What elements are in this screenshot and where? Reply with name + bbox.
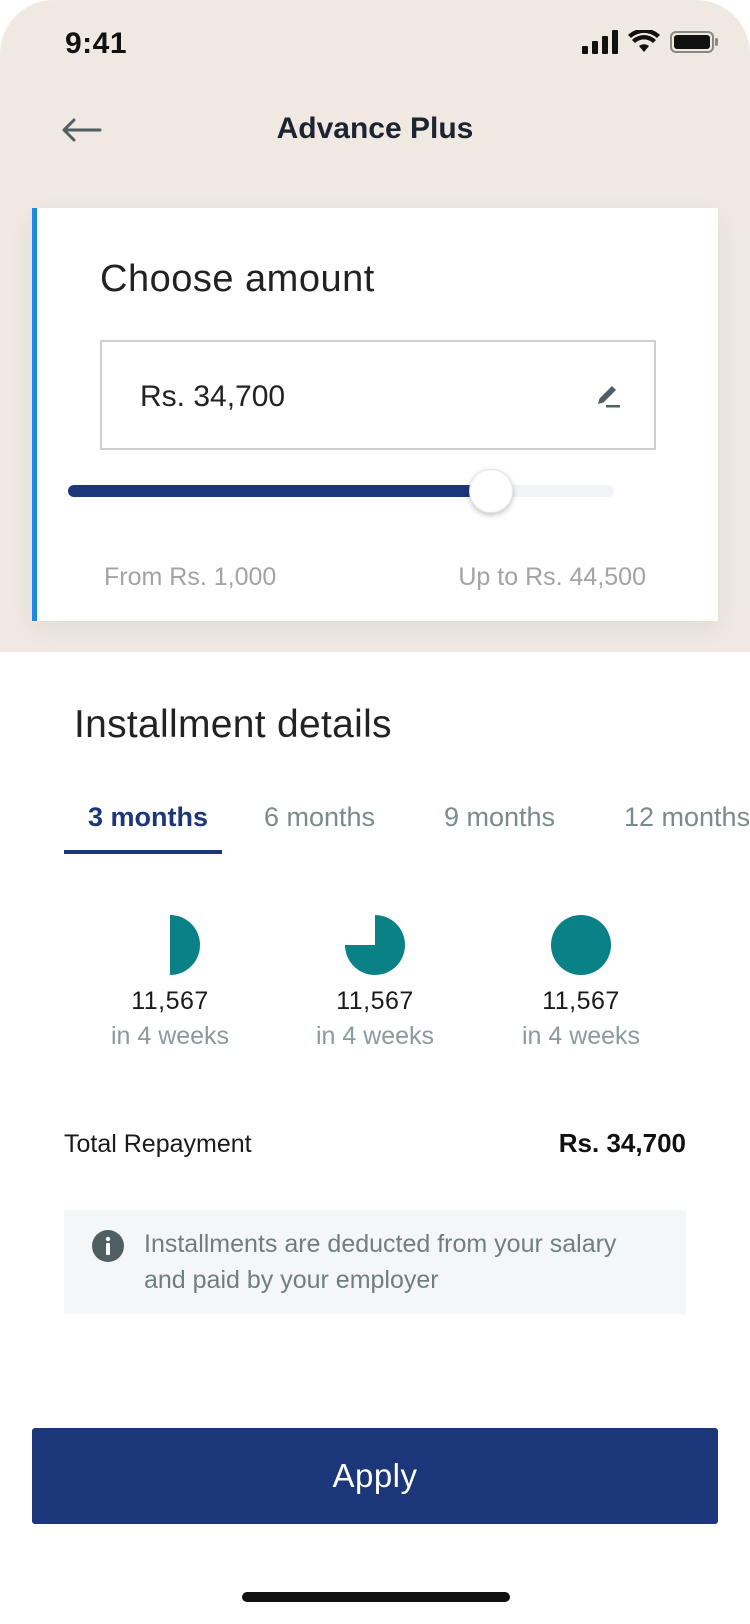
info-icon [92,1230,124,1262]
installment-details-title: Installment details [74,703,392,746]
page-title: Advance Plus [276,112,474,145]
info-box: Installments are deducted from your sala… [64,1210,686,1314]
amount-input[interactable]: Rs. 34,700 [100,340,656,450]
installment-amount: 11,567 [131,987,209,1015]
tab-12-months[interactable]: 12 months [624,802,750,833]
range-max-label: Up to Rs. 44,500 [458,563,646,591]
months-tabs: 3 months 6 months 9 months 12 months [0,790,750,850]
installment-item: 11,567 in 4 weeks [481,915,681,1051]
installment-pie-slice [551,915,611,975]
status-icons [582,30,720,54]
home-indicator [242,1592,510,1602]
slider-thumb[interactable] [468,469,513,513]
amount-slider[interactable] [68,469,614,513]
amount-card: Choose amount Rs. 34,700 [32,208,718,621]
cellular-signal-icon [582,30,618,54]
installment-item: 11,567 in 4 weeks [70,915,270,1051]
total-repayment-value: Rs. 34,700 [558,1128,686,1158]
card-title: Choose amount [100,258,375,300]
installment-pie-slice [170,915,200,975]
installment-when: in 4 weeks [110,1022,230,1050]
active-tab-indicator [64,850,222,854]
apply-button[interactable]: Apply [32,1428,718,1524]
status-bar: 9:41 [0,0,750,90]
installment-progress-icon [345,915,405,975]
installment-progress-icon [170,915,200,975]
range-min-label: From Rs. 1,000 [104,563,277,591]
pencil-icon[interactable] [592,380,624,412]
installment-amount: 11,567 [336,987,414,1015]
installment-when: in 4 weeks [521,1022,641,1050]
total-repayment-label: Total Repayment [64,1130,252,1158]
installment-list: 11,567 in 4 weeks 11,567 in 4 weeks 11,5… [0,915,750,1065]
status-time: 9:41 [65,27,128,60]
tab-9-months[interactable]: 9 months [444,802,555,833]
info-text: Installments are deducted from your sala… [144,1230,617,1294]
installment-pie-slice [345,915,405,975]
amount-value: Rs. 34,700 [140,380,286,413]
installment-progress-icon [551,915,611,975]
installment-item: 11,567 in 4 weeks [275,915,475,1051]
battery-icon [670,31,718,53]
installment-amount: 11,567 [542,987,620,1015]
tab-6-months[interactable]: 6 months [264,802,375,833]
slider-fill [68,485,491,497]
wifi-icon [628,30,660,52]
installment-when: in 4 weeks [315,1022,435,1050]
tab-3-months[interactable]: 3 months [88,802,208,833]
